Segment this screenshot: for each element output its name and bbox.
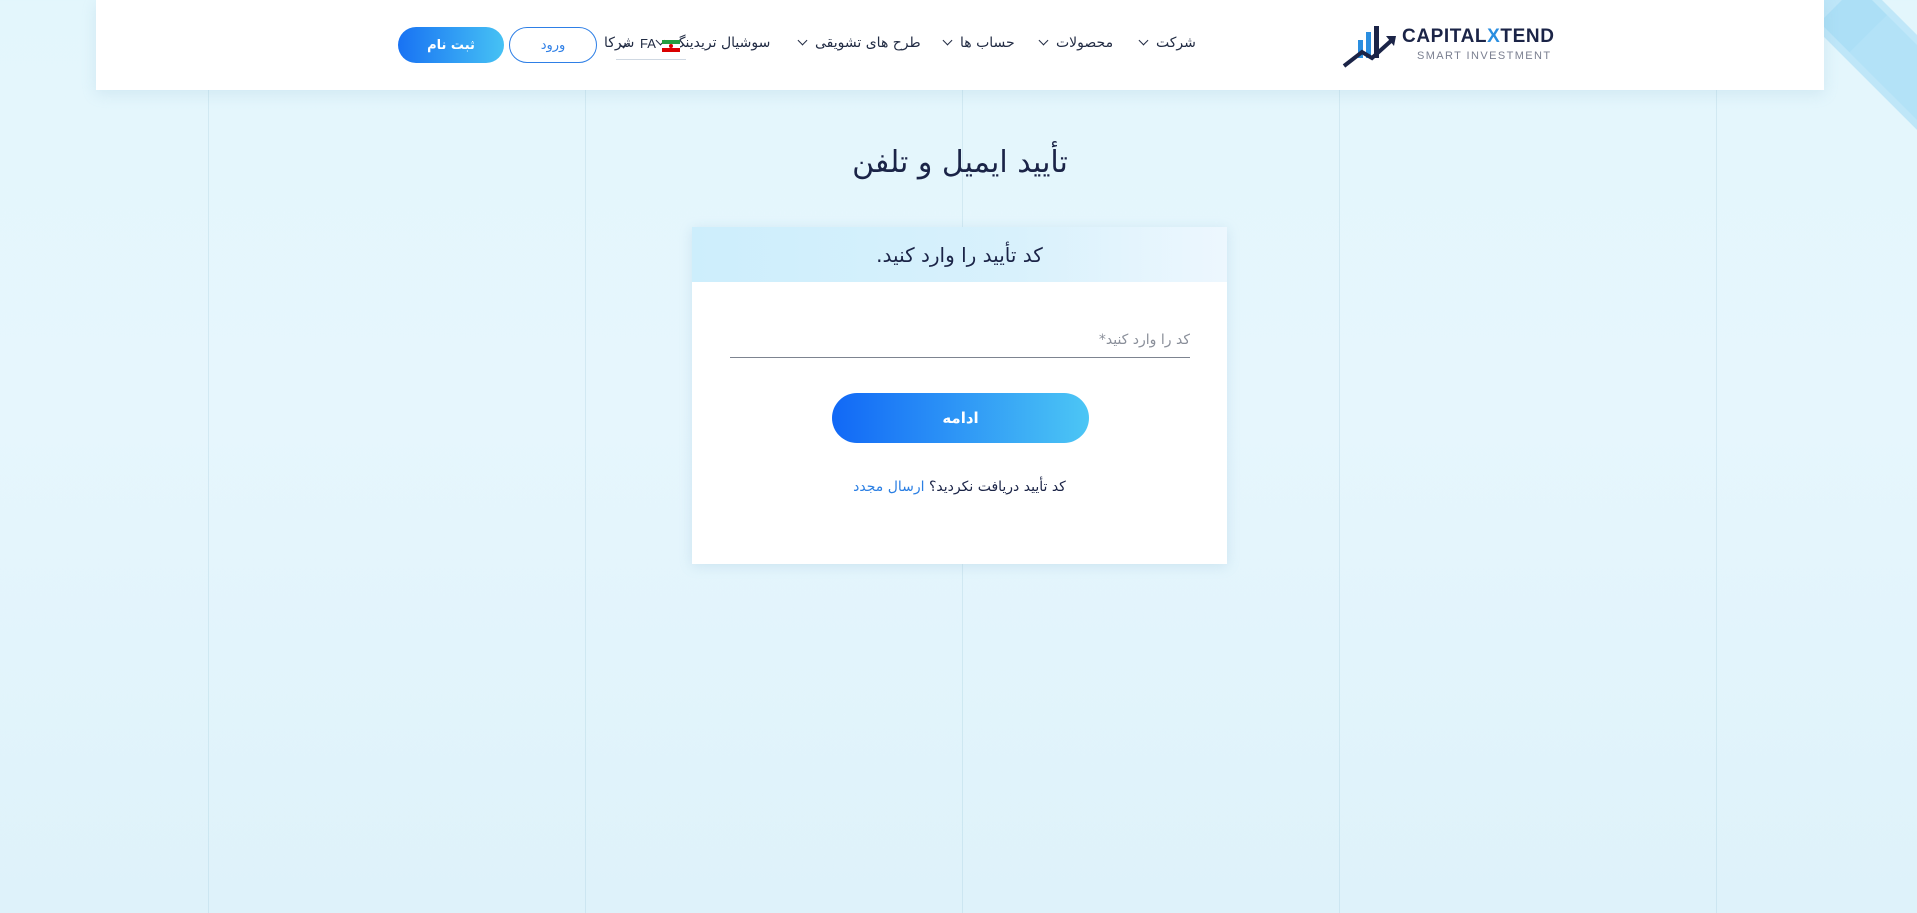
verification-code-input[interactable] — [730, 323, 1190, 358]
register-button[interactable]: ثبت نام — [398, 27, 504, 63]
corner-decoration — [1822, 0, 1917, 165]
chevron-down-icon — [797, 35, 808, 46]
site-header: CAPITALXTEND SMART INVESTMENT شرکت محصول… — [96, 0, 1824, 90]
resend-section: کد تأیید دریافت نکردید؟ ارسال مجدد — [692, 479, 1227, 495]
card-heading: کد تأیید را وارد کنید. — [692, 227, 1227, 282]
language-code: FA — [640, 36, 656, 51]
nav-item-company[interactable]: شرکت — [1138, 35, 1196, 51]
nav-item-label: سوشیال تریدینگ — [673, 35, 771, 51]
language-selector[interactable]: FA — [616, 33, 686, 60]
logo-mark-icon — [1342, 26, 1396, 68]
nav-item-label: طرح های تشویقی — [815, 35, 921, 51]
nav-item-accounts[interactable]: حساب ها — [942, 35, 1015, 51]
chevron-down-icon — [1038, 35, 1049, 46]
nav-item-label: حساب ها — [960, 35, 1015, 51]
nav-item-promotions[interactable]: طرح های تشویقی — [797, 35, 921, 51]
iran-flag-icon — [662, 40, 680, 52]
login-button[interactable]: ورود — [509, 27, 597, 63]
page-title: تأیید ایمیل و تلفن — [852, 145, 1068, 180]
grid-line — [1716, 90, 1717, 913]
brand-tagline: SMART INVESTMENT — [1417, 50, 1552, 62]
chevron-down-icon — [1138, 35, 1149, 46]
brand-name: CAPITALXTEND — [1402, 26, 1555, 47]
nav-item-label: محصولات — [1056, 35, 1114, 51]
chevron-down-icon — [942, 35, 953, 46]
chevron-down-icon — [618, 38, 629, 49]
nav-item-label: شرکت — [1156, 35, 1196, 51]
resend-prompt: کد تأیید دریافت نکردید؟ — [928, 479, 1066, 495]
grid-line — [1339, 90, 1340, 913]
brand-logo[interactable]: CAPITALXTEND SMART INVESTMENT — [1342, 22, 1572, 68]
continue-button[interactable]: ادامه — [832, 393, 1089, 443]
grid-line — [208, 90, 209, 913]
nav-item-products[interactable]: محصولات — [1038, 35, 1114, 51]
grid-line — [585, 90, 586, 913]
verification-card: کد تأیید را وارد کنید. ادامه کد تأیید در… — [692, 227, 1227, 564]
resend-link[interactable]: ارسال مجدد — [853, 479, 924, 495]
